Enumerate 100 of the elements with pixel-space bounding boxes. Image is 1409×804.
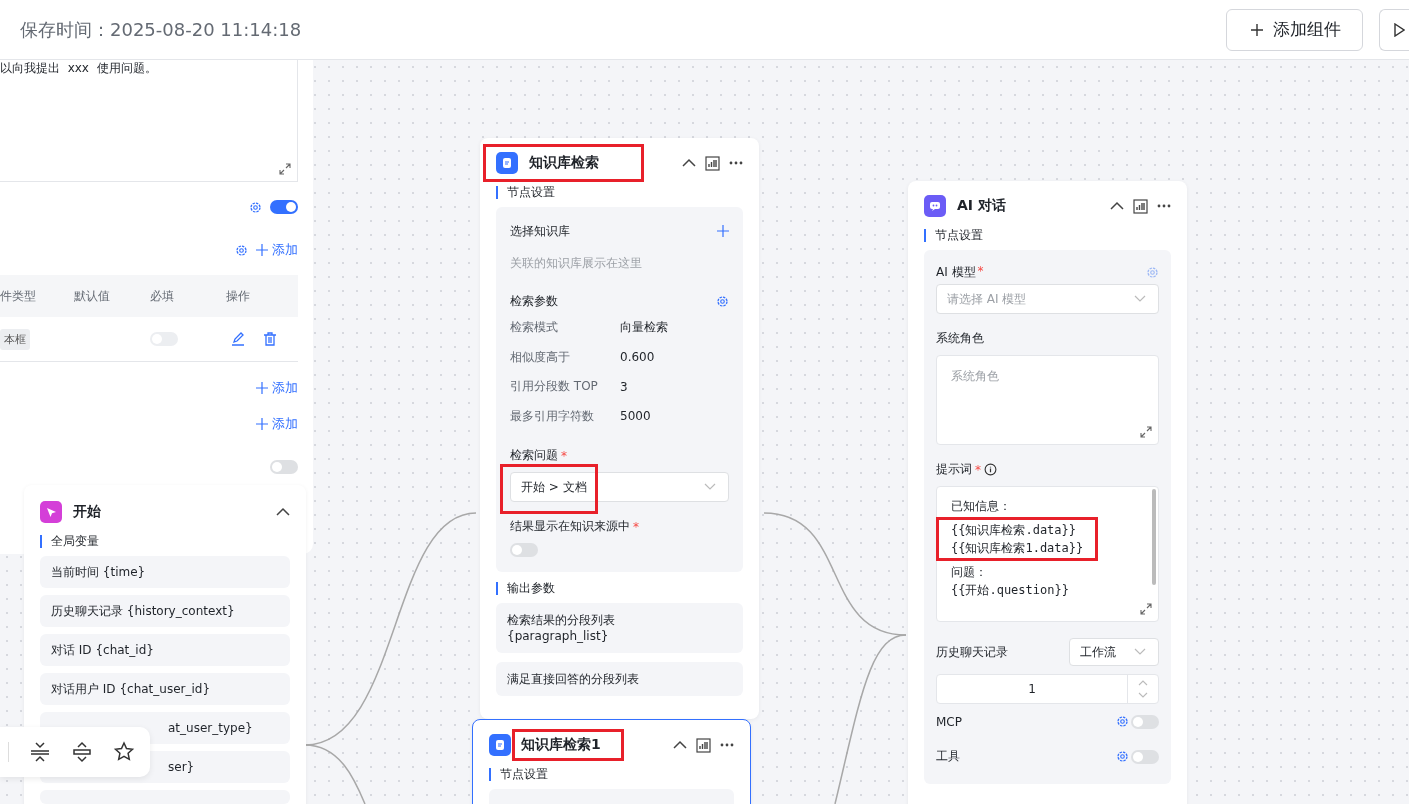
prompt-line: {{开始.question}} [951,582,1070,599]
more-icon[interactable] [1157,204,1171,208]
type-tag: 本框 [0,328,30,350]
settings-icon[interactable] [716,294,729,308]
delete-icon[interactable] [263,332,277,346]
save-time: 保存时间：2025-08-20 11:14:18 [19,17,302,42]
field-label: AI 模型 [936,263,976,281]
scrollbar-thumb[interactable] [1152,489,1156,585]
column-header: 操作 [226,287,251,305]
collapse-all-icon[interactable] [29,741,51,763]
history-select[interactable]: 工作流 [1069,638,1159,666]
settings-icon[interactable] [1116,750,1129,763]
param-value: 向量检索 [620,319,668,337]
variable-item: 当前时间 {time} [40,556,290,588]
select-value: 工作流 [1080,643,1116,661]
toggle-switch[interactable] [510,543,538,557]
param-value: 3 [620,379,628,394]
prompt-line: {{知识库检索1.data}} [951,540,1084,557]
expand-icon[interactable] [1140,426,1152,438]
section-title: 节点设置 [496,186,743,199]
ai-chat-node-card[interactable]: AI 对话 节点设置 AI 模型 * 请选择 AI 模型 系统角色 系统角色 提示词 * 已知信息： {{知识库检索.data}} {{知识库检索1.data}} 问题： {{开始.question}} 历史聊天记录 工作流 1 MCP 工具 [908,181,1187,804]
opening-text: 以向我提出 xxx 使用问题。 [0,60,157,77]
field-label: MCP [936,714,962,729]
node-title: AI 对话 [956,197,1007,215]
field-label: 系统角色 [936,330,984,347]
variable-item: 对话 ID {chat_id} [40,634,290,666]
variable-item: 对话用户 ID {chat_user_id} [40,673,290,705]
collapse-icon[interactable] [682,158,696,168]
column-header: 件类型 [0,287,37,305]
field-label: 历史聊天记录 [936,643,1008,661]
field-label: 提示词 [936,461,972,478]
play-icon [1393,22,1405,37]
knowledge-search-node-card[interactable]: 知识库检索 节点设置 选择知识库 关联的知识库展示在这里 检索参数 检索模式 向量检索 相似度高于 0.600 引用分段数 TOP 3 最多引用字符数 5000 检索问题 * 开始 > 文档 结果显示在知识来源中 * 输出参数 检索结果的分段列表 {paragraph_list} 满足直接回答的分段列表 [480,138,759,719]
section-title: 全局变量 [40,535,290,548]
run-button[interactable] [1379,8,1409,51]
toggle-switch[interactable] [1131,749,1159,764]
add-link[interactable]: 添加 [256,415,298,433]
param-label: 引用分段数 TOP [510,378,599,396]
knowledge-search-node-card[interactable]: 知识库检索1 节点设置 [472,719,751,804]
field-label: 检索问题 [510,447,558,464]
field-label: 工具 [936,748,960,765]
expand-icon[interactable] [279,163,291,175]
param-label: 相似度高于 [510,348,571,366]
count-input[interactable]: 1 [936,674,1159,704]
add-link[interactable]: 添加 [256,241,298,259]
chart-icon[interactable] [1133,198,1148,214]
edit-icon[interactable] [231,332,245,346]
section-title: 输出参数 [496,582,743,595]
expand-icon[interactable] [1140,603,1152,615]
plus-icon[interactable] [717,225,729,237]
star-icon[interactable] [113,741,135,763]
toggle-switch[interactable] [270,200,298,214]
collapse-icon[interactable] [673,740,687,750]
expand-all-icon[interactable] [71,741,93,763]
column-header: 必填 [150,287,175,305]
output-item: 检索结果的分段列表 {paragraph_list} [496,603,743,653]
placeholder-text: 关联的知识库展示在这里 [510,255,643,272]
select-value: 开始 > 文档 [521,478,587,496]
more-icon[interactable] [720,743,734,747]
section-title: 节点设置 [489,768,734,781]
plus-icon [256,382,268,394]
chevron-down-icon [1134,648,1146,656]
document-icon [489,734,511,756]
collapse-icon[interactable] [276,507,290,517]
field-label: 检索参数 [510,292,558,310]
field-placeholder: 系统角色 [951,369,999,383]
param-label: 检索模式 [510,319,559,337]
add-component-button[interactable]: 添加组件 [1226,8,1363,51]
document-icon [496,152,518,174]
chevron-down-icon [1134,295,1146,303]
info-icon[interactable] [984,463,997,476]
question-select[interactable]: 开始 > 文档 [510,472,729,502]
chart-icon[interactable] [705,155,720,171]
collapse-icon[interactable] [1110,201,1124,211]
node-title: 知识库检索1 [520,736,602,754]
add-link[interactable]: 添加 [256,379,298,397]
toggle-switch[interactable] [270,460,298,474]
required-mark: * [633,519,639,534]
select-placeholder: 请选择 AI 模型 [947,290,1027,308]
output-item: 满足直接回答的分段列表 [496,662,743,696]
settings-icon[interactable] [1116,715,1129,728]
field-label: 结果显示在知识来源中 [510,518,630,535]
toggle-switch[interactable] [1131,714,1159,729]
opening-text-area[interactable]: 以向我提出 xxx 使用问题。 [0,60,298,182]
input-value: 1 [1027,681,1037,698]
plus-icon [1248,21,1265,38]
plus-icon [256,418,268,430]
more-icon[interactable] [729,161,743,165]
required-mark: * [977,263,984,280]
chevron-down-icon [704,483,716,491]
variable-item: 历史聊天记录 {history_context} [40,595,290,627]
param-label: 最多引用字符数 [510,407,595,425]
required-mark: * [561,448,567,463]
node-title: 知识库检索 [528,154,600,172]
prompt-line: {{知识库检索.data}} [951,522,1078,539]
chart-icon[interactable] [696,737,711,753]
settings-icon[interactable] [235,243,248,257]
start-node-card[interactable]: 开始 全局变量 当前时间 {time} 历史聊天记录 {history_context} 对话 ID {chat_id} 对话用户 ID {chat_user_id} at_user_type} ser} [24,485,306,804]
prompt-field[interactable]: 已知信息： {{知识库检索.data}} {{知识库检索1.data}} 问题： {{开始.question}} [936,486,1159,622]
settings-icon[interactable] [249,200,262,214]
